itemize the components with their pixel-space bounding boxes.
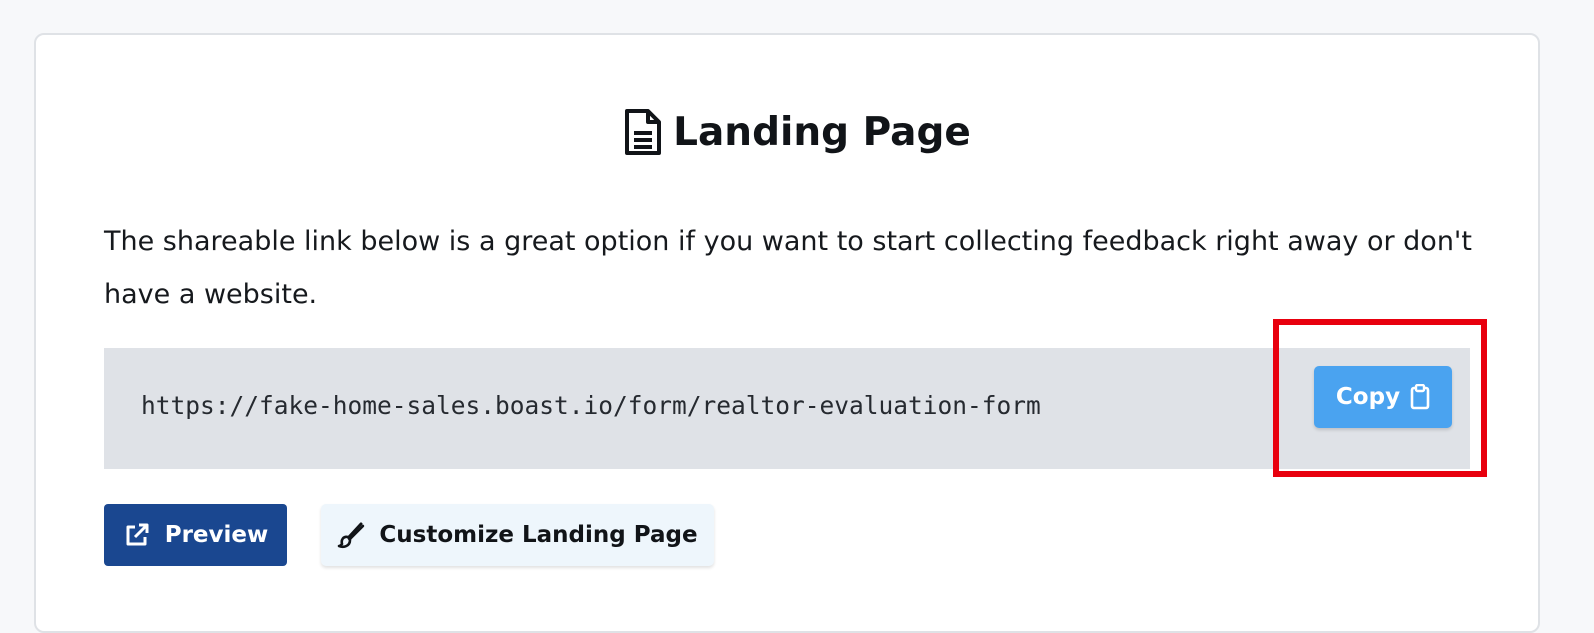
share-link-box: https://fake-home-sales.boast.io/form/re… [104, 348, 1470, 469]
paintbrush-icon [337, 521, 365, 549]
customize-landing-page-button[interactable]: Customize Landing Page [321, 504, 714, 566]
preview-button[interactable]: Preview [104, 504, 287, 566]
description-text: The shareable link below is a great opti… [104, 226, 1472, 310]
external-link-icon [123, 521, 151, 549]
customize-button-label: Customize Landing Page [379, 522, 698, 548]
page-title-text: Landing Page [673, 109, 971, 155]
share-link-url[interactable]: https://fake-home-sales.boast.io/form/re… [141, 391, 1041, 420]
document-icon [623, 108, 663, 156]
preview-button-label: Preview [164, 522, 269, 548]
page-title: Landing Page [0, 100, 1594, 164]
copy-highlight-box [1273, 319, 1487, 477]
